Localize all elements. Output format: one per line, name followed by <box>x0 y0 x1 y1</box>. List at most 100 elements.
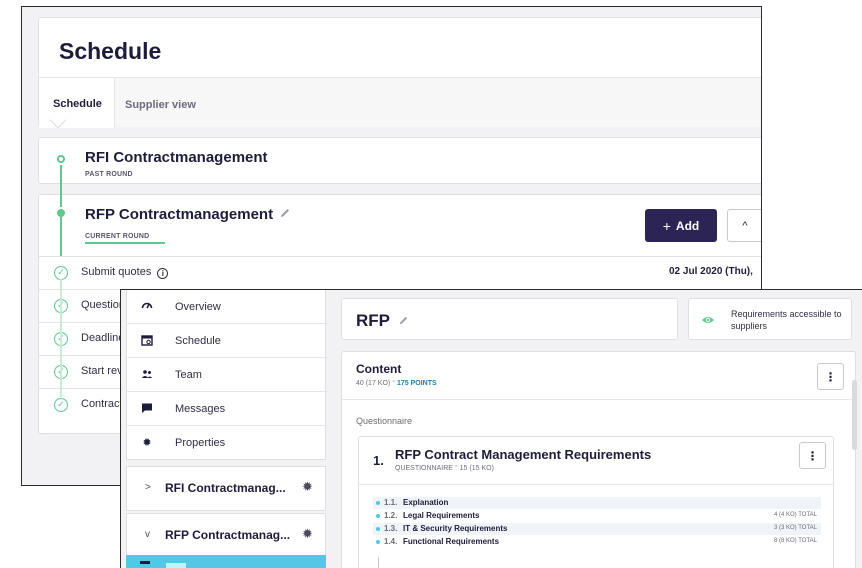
step-label: Deadline <box>81 332 125 344</box>
timeline-line <box>60 217 62 257</box>
past-round-title: RFI Contractmanagement <box>85 149 268 166</box>
steps-timeline-line <box>60 279 62 397</box>
schedule-tabs: Schedule Supplier view <box>39 77 761 128</box>
sidebar-item-label-clipped <box>166 563 186 568</box>
questionnaire-meta: QUESTIONNAIRE ° 15 (15 KO) <box>395 465 494 472</box>
scrollbar[interactable] <box>852 380 857 450</box>
message-icon <box>141 402 153 414</box>
bullet <box>376 540 380 544</box>
kebab-icon: ⋮ <box>824 369 837 384</box>
past-round-status: PAST ROUND <box>85 171 133 178</box>
sidebar-item-overview[interactable]: Overview <box>127 290 327 324</box>
bullet <box>376 501 380 505</box>
team-icon <box>141 368 153 380</box>
item-name: IT & Security Requirements <box>403 524 508 533</box>
check-circle-icon: ✓ <box>54 266 68 280</box>
list-item[interactable]: 1.3. IT & Security Requirements 3 (3 KO)… <box>373 523 821 535</box>
list-item[interactable]: 1.4. Functional Requirements 8 (8 KO) TO… <box>373 536 821 548</box>
add-button-label: Add <box>675 218 700 233</box>
rfp-window: Overview Schedule Team Messages ✹ Proper… <box>120 289 862 568</box>
content-meta: 40 (17 KO) ° 175 POINTS <box>356 380 437 387</box>
list-icon <box>140 561 150 564</box>
questionnaire-title: RFP Contract Management Requirements <box>395 447 652 462</box>
sidebar-item-properties[interactable]: ✹ Properties <box>127 426 327 460</box>
item-number: 1.4. <box>384 537 398 546</box>
gear-icon[interactable]: ✹ <box>302 526 313 542</box>
content-card: Content 40 (17 KO) ° 175 POINTS ⋮ Questi… <box>341 351 856 568</box>
sidebar-item-messages[interactable]: Messages <box>127 392 327 426</box>
rfp-main: RFP Requirements accessible to suppliers… <box>341 290 862 568</box>
content-points: 175 POINTS <box>396 380 437 387</box>
sidebar-item-label: Messages <box>175 403 226 415</box>
collapse-button[interactable]: ^ <box>727 209 761 242</box>
timeline-line <box>60 185 62 207</box>
current-round-status: CURRENT ROUND <box>85 233 150 240</box>
sidebar-round-rfp[interactable]: v RFP Contractmanag... ✹ <box>126 513 326 558</box>
sidebar-round-rfi[interactable]: > RFI Contractmanag... ✹ <box>126 466 326 511</box>
section-label: Questionnaire <box>356 416 413 426</box>
step-label: Submit quotes <box>81 266 152 278</box>
divider <box>342 399 855 400</box>
list-item[interactable]: 1.1. Explanation <box>373 497 821 509</box>
step-date: 02 Jul 2020 (Thu), <box>669 266 753 277</box>
step-label: Start revi <box>81 365 126 377</box>
questionnaire-count: 15 (15 KO) <box>459 465 494 472</box>
schedule-step[interactable]: ✓ Submit quotes i 02 Jul 2020 (Thu), <box>39 256 761 289</box>
content-count: 40 (17 KO) <box>356 380 391 387</box>
current-round-underline <box>85 242 165 244</box>
check-circle-icon: ✓ <box>54 398 68 412</box>
edit-pencil-icon[interactable] <box>398 315 409 329</box>
past-round-dot <box>57 155 65 163</box>
item-number: 1.2. <box>384 511 398 520</box>
access-status-text: Requirements accessible to suppliers <box>731 309 842 331</box>
supplier-access-toggle[interactable]: Requirements accessible to suppliers <box>688 298 852 340</box>
sidebar-item-rfp-selected[interactable] <box>126 555 326 568</box>
item-number: 1.1. <box>384 498 398 507</box>
questionnaire-menu-button[interactable]: ⋮ <box>799 442 826 469</box>
divider <box>359 484 833 485</box>
edit-pencil-icon[interactable] <box>279 207 291 222</box>
content-menu-button[interactable]: ⋮ <box>817 363 844 390</box>
item-total: 3 (3 KO) TOTAL <box>773 525 817 531</box>
rfp-title-card: RFP <box>341 298 678 340</box>
chevron-up-icon: ^ <box>742 219 748 232</box>
sidebar: Overview Schedule Team Messages ✹ Proper… <box>121 290 328 568</box>
questionnaire-card[interactable]: 1. RFP Contract Management Requirements … <box>358 436 834 568</box>
bullet <box>376 514 380 518</box>
requirements-list: 1.1. Explanation 1.2. Legal Requirements… <box>373 497 821 549</box>
item-total: 8 (8 KO) TOTAL <box>773 538 817 544</box>
gauge-icon <box>141 300 153 312</box>
item-name: Functional Requirements <box>403 537 500 546</box>
gear-icon: ✹ <box>142 436 152 449</box>
content-title: Content <box>356 362 402 376</box>
tab-schedule[interactable]: Schedule <box>53 98 102 110</box>
list-item[interactable]: 1.2. Legal Requirements 4 (4 KO) TOTAL <box>373 510 821 522</box>
sidebar-item-label: Team <box>175 369 202 381</box>
bullet <box>376 527 380 531</box>
current-round-dot <box>57 209 65 217</box>
calendar-icon <box>141 334 153 346</box>
gear-icon[interactable]: ✹ <box>302 479 313 495</box>
rfp-title: RFP <box>356 311 390 330</box>
sidebar-round-label: RFP Contractmanag... <box>165 528 291 542</box>
item-name: Legal Requirements <box>403 511 480 520</box>
sidebar-item-label: Schedule <box>175 335 221 347</box>
chevron-right-icon: > <box>145 482 151 493</box>
item-name: Explanation <box>403 498 449 507</box>
tree-line <box>378 557 379 568</box>
sidebar-item-schedule[interactable]: Schedule <box>127 324 327 358</box>
add-button[interactable]: + Add <box>645 209 717 242</box>
sidebar-item-team[interactable]: Team <box>127 358 327 392</box>
step-label: Contract <box>81 398 123 410</box>
info-icon[interactable]: i <box>157 268 169 279</box>
timeline-line <box>60 165 62 185</box>
sidebar-item-label: Properties <box>175 437 226 449</box>
past-round-card[interactable]: RFI Contractmanagement PAST ROUND <box>38 137 761 185</box>
kebab-icon: ⋮ <box>806 448 819 463</box>
chevron-down-icon: v <box>145 529 150 540</box>
questionnaire-number: 1. <box>373 453 384 468</box>
sidebar-round-label: RFI Contractmanag... <box>165 481 286 495</box>
tab-supplier-view[interactable]: Supplier view <box>125 99 196 111</box>
sidebar-nav: Overview Schedule Team Messages ✹ Proper… <box>126 290 327 460</box>
page-title: Schedule <box>59 38 162 64</box>
